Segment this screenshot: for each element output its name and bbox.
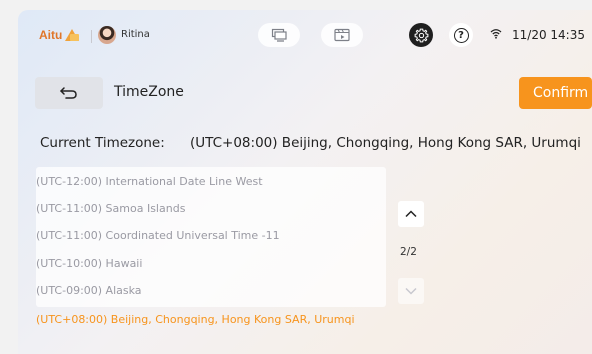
chevron-down-icon [405,287,417,295]
media-icon [334,28,350,42]
timezone-item[interactable]: (UTC-11:00) Coordinated Universal Time -… [36,229,280,242]
username[interactable]: Ritina [121,29,150,40]
current-timezone-value: (UTC+08:00) Beijing, Chongqing, Hong Kon… [190,135,581,151]
timezone-item[interactable]: (UTC-10:00) Hawaii [36,257,142,270]
media-mode-button[interactable] [321,23,363,47]
clock: 11/20 14:35 [512,28,585,42]
brand-name: Aitu [39,28,63,42]
back-arrow-icon [60,87,77,99]
confirm-button[interactable]: Confirm [519,77,592,109]
chevron-up-icon [405,210,417,218]
timezone-item-selected[interactable]: (UTC+08:00) Beijing, Chongqing, Hong Kon… [36,313,355,326]
page-down-button[interactable] [398,278,424,304]
gear-icon [414,28,428,42]
monitor-icon [271,28,287,42]
wifi-icon [490,28,502,42]
monitor-mode-button[interactable] [258,23,300,47]
settings-button[interactable] [409,23,433,47]
help-button[interactable]: ? [449,23,473,47]
timezone-item[interactable]: (UTC-09:00) Alaska [36,284,142,297]
help-icon: ? [453,27,469,43]
back-button[interactable] [35,77,103,109]
timezone-item[interactable]: (UTC-11:00) Samoa Islands [36,202,185,215]
brand-logo-icon [65,29,80,41]
status-divider [91,30,92,43]
status-bar: Aitu Ritina ? 11/20 14:35 [18,10,592,60]
current-timezone-label: Current Timezone: [40,135,165,151]
timezone-item[interactable]: (UTC-12:00) International Date Line West [36,175,263,188]
brand-logo: Aitu [39,28,80,42]
settings-panel: Aitu Ritina ? 11/20 14:35 TimeZone Confi… [18,10,592,354]
page-indicator: 2/2 [400,246,417,258]
page-title: TimeZone [114,84,184,100]
page-up-button[interactable] [398,201,424,227]
avatar[interactable] [98,26,116,44]
